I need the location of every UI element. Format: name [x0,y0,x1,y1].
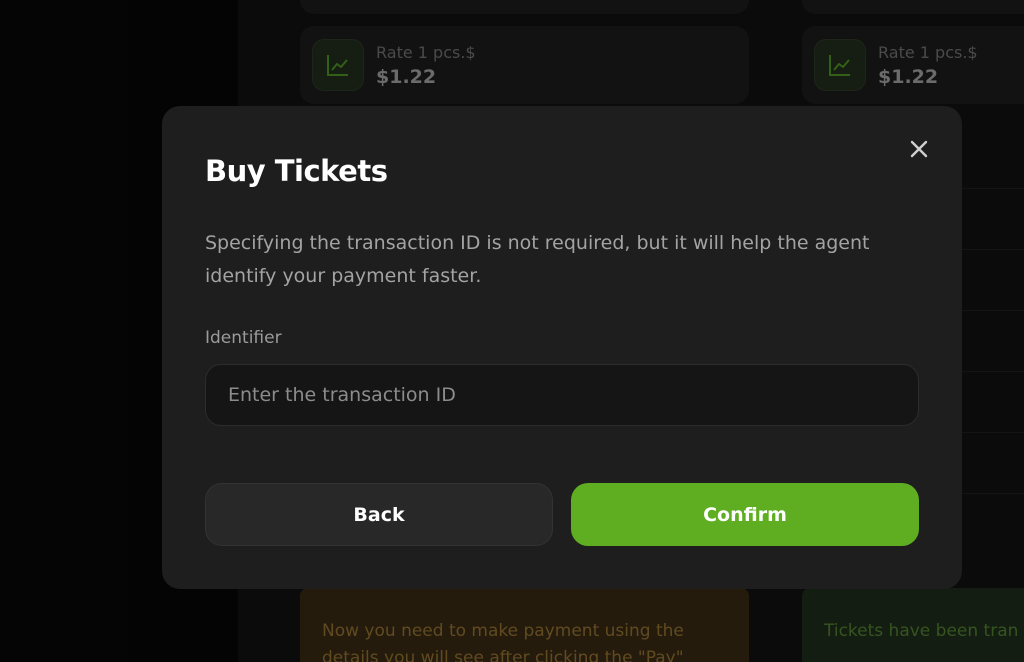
identifier-label: Identifier [205,328,282,348]
buy-tickets-modal: Buy Tickets Specifying the transaction I… [162,106,962,589]
modal-title: Buy Tickets [205,154,388,188]
modal-description: Specifying the transaction ID is not req… [205,232,870,287]
close-button[interactable] [904,134,934,164]
transaction-id-input[interactable] [205,364,919,426]
confirm-button[interactable]: Confirm [571,483,919,546]
back-button[interactable]: Back [205,483,553,546]
close-icon [910,140,928,158]
